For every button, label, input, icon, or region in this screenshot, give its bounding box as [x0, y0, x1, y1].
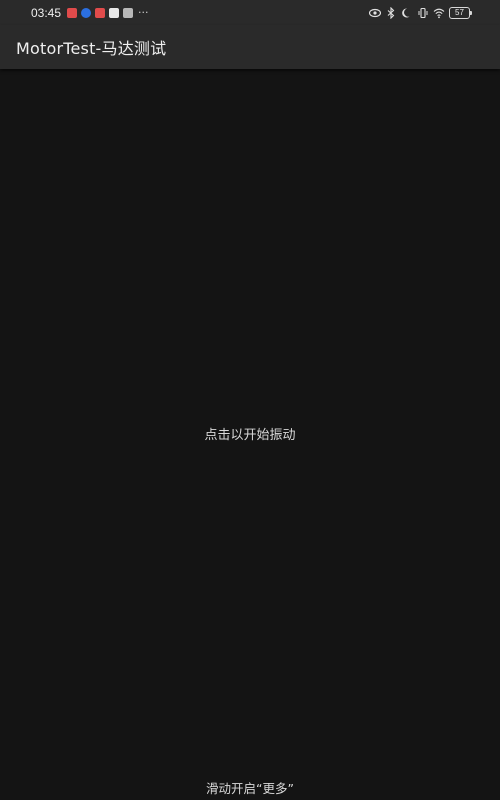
- status-right: 57: [368, 6, 472, 19]
- eye-icon: [368, 7, 382, 19]
- bluetooth-icon: [385, 6, 397, 19]
- vibrate-icon: [417, 7, 429, 19]
- status-time: 03:45: [31, 5, 62, 20]
- gray-app-icon: [123, 7, 134, 18]
- status-bar: 03:45 ··· 57: [0, 0, 500, 25]
- white-app-icon: [109, 7, 120, 18]
- blue-app-icon: [81, 7, 92, 18]
- start-vibration-prompt[interactable]: 点击以开始振动: [0, 424, 500, 443]
- moon-icon: [401, 7, 413, 19]
- status-left: 03:45 ···: [31, 6, 149, 20]
- vibration-touch-area[interactable]: 点击以开始振动 滑动开启“更多”: [0, 69, 500, 800]
- app-title: MotorTest-马达测试: [16, 39, 167, 58]
- app-bar: MotorTest-马达测试: [0, 25, 500, 69]
- wifi-icon: [433, 7, 445, 19]
- red-app-icon: [95, 7, 106, 18]
- more-notifications-indicator: ···: [138, 6, 149, 19]
- battery-icon: 57: [449, 6, 472, 19]
- red-app-icon: [67, 7, 78, 18]
- swipe-more-hint[interactable]: 滑动开启“更多”: [0, 778, 500, 797]
